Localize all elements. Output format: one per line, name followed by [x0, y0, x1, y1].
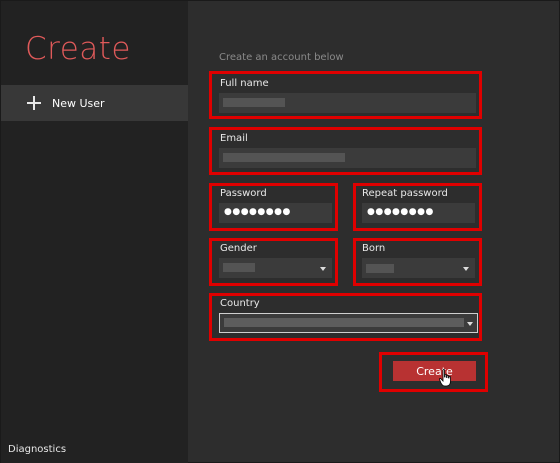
plus-icon [25, 94, 43, 112]
sidebar-item-new-user[interactable]: New User [1, 85, 188, 121]
country-label: Country [220, 298, 260, 309]
gender-redacted [223, 263, 255, 272]
app-window: Create New User Diagnostics Create an ac… [0, 0, 560, 463]
create-button[interactable]: Create [393, 361, 476, 381]
born-redacted [366, 264, 394, 273]
gender-select[interactable] [219, 258, 332, 278]
born-label: Born [362, 243, 386, 254]
chevron-down-icon [463, 267, 469, 271]
email-label: Email [220, 133, 248, 144]
born-select[interactable] [362, 258, 475, 278]
sidebar-item-label: New User [52, 96, 105, 110]
diagnostics-link[interactable]: Diagnostics [8, 444, 66, 455]
password-field[interactable]: ●●●●●●●● [219, 203, 332, 223]
password-value: ●●●●●●●● [224, 207, 291, 217]
chevron-down-icon [467, 322, 473, 326]
repeat-password-value: ●●●●●●●● [367, 207, 434, 217]
full-name-label: Full name [220, 78, 269, 89]
chevron-down-icon [320, 267, 326, 271]
full-name-redacted [223, 98, 285, 107]
email-redacted [223, 153, 345, 162]
sidebar: Create New User Diagnostics [1, 1, 188, 463]
full-name-field[interactable] [219, 93, 476, 113]
gender-label: Gender [220, 243, 257, 254]
hand-cursor-icon [439, 369, 451, 387]
country-redacted [224, 318, 464, 327]
form-subtitle: Create an account below [219, 52, 344, 63]
country-select[interactable] [219, 313, 478, 333]
repeat-password-field[interactable]: ●●●●●●●● [362, 203, 475, 223]
email-field[interactable] [219, 148, 476, 168]
password-label: Password [220, 188, 267, 199]
sidebar-title: Create [25, 31, 132, 67]
repeat-password-label: Repeat password [362, 188, 448, 199]
